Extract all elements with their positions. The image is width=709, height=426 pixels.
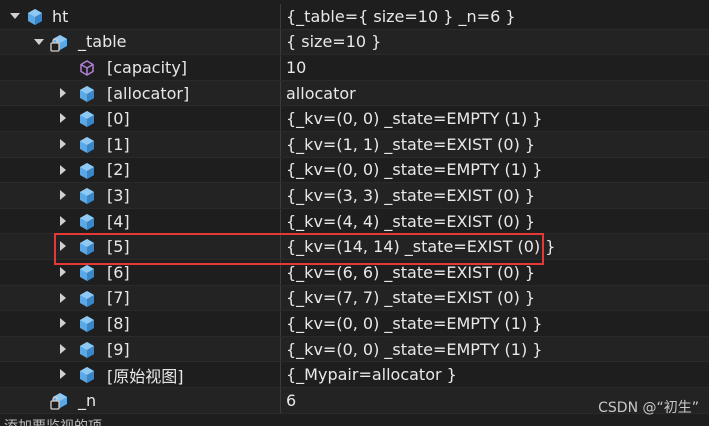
add-watch-item-placeholder[interactable]: 添加要监视的项 — [4, 416, 102, 426]
watch-value: {_Mypair=allocator } — [286, 365, 457, 385]
watch-row-element-1[interactable]: [1] {_kv=(1, 1) _state=EXIST (0) } — [0, 131, 709, 158]
watch-name: [allocator] — [107, 83, 190, 103]
watch-grid: ht {_table={ size=10 } _n=6 } _table { s… — [0, 4, 709, 414]
watch-value: {_kv=(1, 1) _state=EXIST (0) } — [286, 134, 536, 154]
watch-value: { size=10 } — [286, 32, 382, 52]
expand-arrow-icon[interactable] — [60, 343, 66, 354]
expand-arrow-icon[interactable] — [60, 138, 66, 149]
watch-row-ht[interactable]: ht {_table={ size=10 } _n=6 } — [0, 4, 709, 30]
field-cube-icon — [80, 188, 94, 205]
field-cube-icon — [80, 85, 94, 102]
watch-name: _n — [78, 390, 97, 410]
collapse-arrow-icon[interactable] — [10, 13, 20, 19]
field-cube-icon — [80, 316, 94, 333]
watch-value: allocator — [286, 83, 356, 103]
watch-name: [4] — [107, 211, 130, 231]
watch-name: [0] — [107, 109, 130, 129]
watch-value: {_table={ size=10 } _n=6 } — [286, 6, 516, 26]
watch-name: [7] — [107, 288, 130, 308]
field-cube-icon — [80, 162, 94, 179]
watermark: CSDN @“初生” — [598, 400, 699, 416]
watch-row-raw-view[interactable]: [原始视图] {_Mypair=allocator } — [0, 362, 709, 388]
watch-row-table[interactable]: _table { size=10 } — [0, 29, 709, 56]
expand-arrow-icon[interactable] — [60, 87, 66, 98]
watch-row-element-7[interactable]: [7] {_kv=(7, 7) _state=EXIST (0) } — [0, 285, 709, 312]
watch-value: {_kv=(4, 4) _state=EXIST (0) } — [286, 211, 536, 231]
expand-arrow-icon[interactable] — [60, 292, 66, 303]
expand-arrow-icon[interactable] — [60, 266, 66, 277]
watch-value: {_kv=(0, 0) _state=EMPTY (1) } — [286, 339, 543, 359]
expand-arrow-icon[interactable] — [60, 369, 66, 380]
expand-arrow-icon[interactable] — [60, 190, 66, 201]
field-cube-icon — [28, 9, 42, 25]
field-cube-icon — [80, 111, 94, 128]
watch-name: ht — [52, 6, 69, 26]
watch-row-element-0[interactable]: [0] {_kv=(0, 0) _state=EMPTY (1) } — [0, 106, 709, 132]
field-cube-icon — [80, 341, 94, 358]
private-field-icon — [50, 392, 67, 410]
field-cube-icon — [80, 264, 94, 281]
watch-row-element-8[interactable]: [8] {_kv=(0, 0) _state=EMPTY (1) } — [0, 311, 709, 337]
watch-row-allocator[interactable]: [allocator] allocator — [0, 80, 709, 107]
watch-value: {_kv=(0, 0) _state=EMPTY (1) } — [286, 109, 543, 129]
watch-name: [9] — [107, 339, 130, 359]
watch-value: {_kv=(3, 3) _state=EXIST (0) } — [286, 185, 536, 205]
private-field-icon — [50, 34, 67, 52]
watch-value: {_kv=(7, 7) _state=EXIST (0) } — [286, 288, 536, 308]
watch-name: [3] — [107, 185, 130, 205]
expand-arrow-icon[interactable] — [60, 164, 66, 175]
watch-value: {_kv=(0, 0) _state=EMPTY (1) } — [286, 160, 543, 180]
watch-row-element-9[interactable]: [9] {_kv=(0, 0) _state=EMPTY (1) } — [0, 336, 709, 363]
property-cube-icon — [80, 60, 94, 77]
watch-row-capacity[interactable]: [capacity] 10 — [0, 55, 709, 81]
watch-row-element-4[interactable]: [4] {_kv=(4, 4) _state=EXIST (0) } — [0, 208, 709, 235]
field-cube-icon — [80, 367, 94, 384]
highlight-box — [54, 233, 544, 265]
field-cube-icon — [80, 136, 94, 153]
watch-name: [1] — [107, 134, 130, 154]
collapse-arrow-icon[interactable] — [34, 38, 44, 45]
expand-arrow-icon[interactable] — [60, 215, 66, 226]
watch-value: 10 — [286, 57, 307, 77]
watch-row-element-2[interactable]: [2] {_kv=(0, 0) _state=EMPTY (1) } — [0, 157, 709, 184]
watch-name: [8] — [107, 313, 130, 333]
watch-name: [原始视图] — [107, 366, 184, 386]
expand-arrow-icon[interactable] — [60, 318, 66, 329]
watch-value: {_kv=(0, 0) _state=EMPTY (1) } — [286, 313, 543, 333]
watch-name: [2] — [107, 160, 130, 180]
watch-name: [capacity] — [107, 57, 188, 77]
expand-arrow-icon[interactable] — [60, 113, 66, 124]
watch-name: _table — [78, 32, 127, 52]
field-cube-icon — [80, 213, 94, 230]
watch-row-element-3[interactable]: [3] {_kv=(3, 3) _state=EXIST (0) } — [0, 183, 709, 209]
field-cube-icon — [80, 290, 94, 307]
